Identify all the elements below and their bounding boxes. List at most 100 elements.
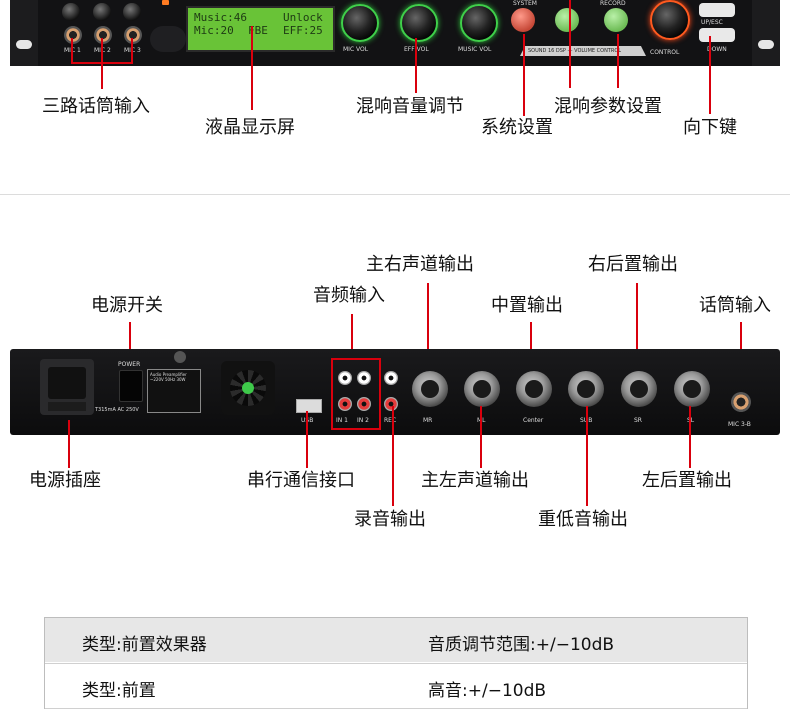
- section-divider: [0, 194, 790, 195]
- mic-vol-knob[interactable]: [341, 4, 379, 42]
- fuse-drawer: [48, 402, 86, 411]
- up-esc-label: UP/ESC: [701, 19, 723, 26]
- callout-line: [306, 411, 308, 468]
- xlr-ml[interactable]: [464, 371, 500, 407]
- xlr-center-label: Center: [523, 417, 544, 424]
- mic-input-label: MIC 3-B: [728, 421, 751, 428]
- lcd-music: Music:46: [194, 11, 247, 24]
- label-down-key: 向下键: [683, 117, 737, 138]
- callout-line: [71, 62, 133, 64]
- in2-label: IN 2: [357, 417, 369, 424]
- down-button[interactable]: [699, 28, 735, 42]
- rca-in2-right[interactable]: [357, 397, 371, 411]
- power-label: POWER: [118, 361, 141, 368]
- record-button[interactable]: [604, 8, 628, 32]
- xlr-sr[interactable]: [621, 371, 657, 407]
- label-mic-input: 三路话筒输入: [42, 96, 150, 117]
- up-esc-button[interactable]: [699, 3, 735, 17]
- rec-label: REC: [384, 417, 397, 424]
- cooling-fan: [221, 361, 275, 415]
- preamp-label: Audio Preamplifier ~220V 50Hz 30W: [150, 372, 187, 382]
- power-led: [162, 0, 169, 5]
- label-record-out: 录音输出: [354, 509, 426, 530]
- label-audio-input: 音频输入: [313, 285, 385, 306]
- xlr-center[interactable]: [516, 371, 552, 407]
- lcd-mic: Mic:20: [194, 24, 234, 37]
- control-knob[interactable]: [650, 0, 690, 40]
- preamp-sticker: Audio Preamplifier ~220V 50Hz 30W: [147, 369, 201, 413]
- callout-line: [251, 26, 253, 110]
- rca-in1-right[interactable]: [338, 397, 352, 411]
- fuse-label: T315mA AC 250V: [95, 407, 139, 413]
- label-subwoofer-out: 重低音输出: [538, 509, 628, 530]
- callout-line: [71, 38, 73, 62]
- label-power-socket: 电源插座: [29, 470, 101, 491]
- label-serial-port: 串行通信接口: [247, 470, 355, 491]
- xlr-sr-label: SR: [634, 417, 642, 424]
- callout-line: [617, 34, 619, 88]
- xlr-sub[interactable]: [568, 371, 604, 407]
- label-power-switch: 电源开关: [91, 295, 163, 316]
- power-switch[interactable]: [119, 370, 143, 402]
- label-main-left-out: 主左声道输出: [421, 470, 529, 491]
- label-system-settings: 系统设置: [481, 117, 553, 138]
- xlr-mr[interactable]: [412, 371, 448, 407]
- mic-jack-3[interactable]: [124, 26, 142, 44]
- record-label: RECORD: [600, 0, 626, 7]
- spec-tone-range: 音质调节范围:+/−10dB: [428, 635, 615, 655]
- spec-row: 类型:前置 高音:+/−10dB: [44, 663, 748, 709]
- label-mix-volume: 混响音量调节: [356, 96, 464, 117]
- system-label: SYSTEM: [513, 0, 537, 7]
- callout-line: [392, 406, 394, 506]
- rca-rec-right[interactable]: [384, 397, 398, 411]
- volume-badge-text: SOUND 16 DSP — VOLUME CONTROL: [528, 48, 622, 54]
- rca-in1-left[interactable]: [338, 371, 352, 385]
- system-button[interactable]: [511, 8, 535, 32]
- music-vol-label: MUSIC VOL: [458, 46, 492, 53]
- table-border-left: [44, 617, 45, 709]
- lcd-lock: Unlock: [283, 11, 323, 24]
- eff-button[interactable]: [555, 8, 579, 32]
- label-center-out: 中置输出: [491, 295, 563, 316]
- callout-line: [131, 38, 133, 62]
- mic-gain-knob[interactable]: [93, 3, 111, 21]
- rack-hole: [16, 40, 32, 49]
- lcd-screen: Music:46 Unlock Mic:20 FBE EFF:25: [186, 6, 335, 52]
- mic-vol-label: MIC VOL: [343, 46, 369, 53]
- mic-jack-1[interactable]: [64, 26, 82, 44]
- rear-panel: POWER T315mA AC 250V Audio Preamplifier …: [10, 349, 780, 435]
- music-vol-knob[interactable]: [460, 4, 498, 42]
- spec-treble: 高音:+/−10dB: [428, 681, 547, 701]
- usb-port[interactable]: [296, 399, 322, 413]
- xlr-sl[interactable]: [674, 371, 710, 407]
- label-mix-params: 混响参数设置: [554, 96, 662, 117]
- callout-line: [68, 420, 70, 468]
- rca-rec-left[interactable]: [384, 371, 398, 385]
- spec-type-2: 类型:前置: [82, 681, 156, 701]
- xlr-mr-label: MR: [423, 417, 433, 424]
- power-socket-inner: [48, 367, 86, 399]
- rack-ear-right: [752, 0, 780, 66]
- callout-line: [415, 38, 417, 93]
- power-socket[interactable]: [40, 359, 94, 415]
- spec-row: 类型:前置效果器 音质调节范围:+/−10dB: [44, 617, 748, 662]
- in1-label: IN 1: [336, 417, 348, 424]
- callout-line: [480, 406, 482, 468]
- mic-input-jack[interactable]: [731, 392, 751, 412]
- mic-gain-knob[interactable]: [123, 3, 141, 21]
- spec-type: 类型:前置效果器: [82, 635, 207, 655]
- mic-jack-2[interactable]: [94, 26, 112, 44]
- callout-line: [569, 0, 571, 88]
- label-rear-right-out: 右后置输出: [588, 254, 678, 275]
- label-rear-left-out: 左后置输出: [642, 470, 732, 491]
- label-main-right-out: 主右声道输出: [366, 254, 474, 275]
- mic-gain-knob[interactable]: [62, 3, 80, 21]
- callout-line: [586, 406, 588, 506]
- eff-vol-knob[interactable]: [400, 4, 438, 42]
- control-label: CONTROL: [650, 49, 680, 56]
- front-panel: MIC 1 MIC 2 MIC 3 Music:46 Unlock Mic:20…: [10, 0, 780, 66]
- lcd-eff: EFF:25: [283, 24, 323, 37]
- ir-window: [150, 26, 186, 52]
- fan-hub: [242, 382, 254, 394]
- rca-in2-left[interactable]: [357, 371, 371, 385]
